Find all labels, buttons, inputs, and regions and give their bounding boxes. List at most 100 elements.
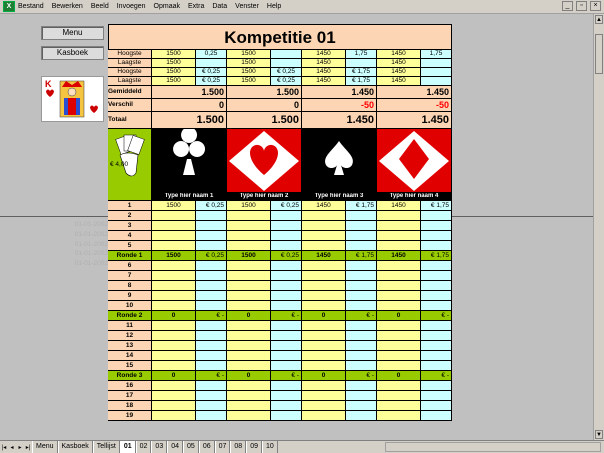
score-cell[interactable]: 1500 (152, 251, 196, 261)
score-cell[interactable] (152, 321, 196, 331)
score-cell[interactable] (377, 351, 421, 361)
menu-beeld[interactable]: Beeld (91, 3, 109, 10)
score-cell[interactable] (227, 231, 271, 241)
score-cell[interactable]: 1450 (302, 201, 346, 211)
score-cell[interactable] (377, 321, 421, 331)
euro-cell[interactable] (346, 281, 377, 291)
score-cell[interactable] (302, 291, 346, 301)
euro-cell[interactable] (196, 271, 227, 281)
euro-cell[interactable]: € 1,75 (421, 251, 452, 261)
euro-cell[interactable]: € - (271, 311, 302, 321)
euro-cell[interactable] (196, 301, 227, 311)
next-sheet-icon[interactable]: ▸ (16, 444, 24, 451)
euro-cell[interactable]: € - (196, 371, 227, 381)
euro-cell[interactable]: € - (196, 311, 227, 321)
score-cell[interactable] (377, 411, 421, 421)
menu-invoegen[interactable]: Invoegen (117, 3, 146, 10)
euro-cell[interactable] (421, 381, 452, 391)
score-cell[interactable] (302, 411, 346, 421)
euro-cell[interactable] (271, 241, 302, 251)
euro-cell[interactable] (421, 411, 452, 421)
euro-cell[interactable]: € 1,75 (346, 251, 377, 261)
score-cell[interactable] (152, 401, 196, 411)
score-cell[interactable]: 0 (227, 311, 271, 321)
score-cell[interactable] (152, 331, 196, 341)
euro-cell[interactable] (196, 341, 227, 351)
euro-cell[interactable] (421, 341, 452, 351)
score-cell[interactable] (377, 241, 421, 251)
euro-cell[interactable] (421, 401, 452, 411)
euro-cell[interactable] (346, 391, 377, 401)
score-cell[interactable] (302, 241, 346, 251)
score-cell[interactable] (377, 221, 421, 231)
score-cell[interactable] (152, 361, 196, 371)
euro-cell[interactable] (346, 301, 377, 311)
excel-icon[interactable]: X (3, 1, 15, 12)
score-cell[interactable] (227, 321, 271, 331)
score-cell[interactable] (152, 351, 196, 361)
score-cell[interactable] (227, 331, 271, 341)
score-cell[interactable]: 0 (152, 311, 196, 321)
euro-cell[interactable] (346, 411, 377, 421)
score-cell[interactable] (227, 241, 271, 251)
header-euro-cell[interactable]: € 1,75 (346, 77, 377, 86)
score-cell[interactable] (227, 211, 271, 221)
score-cell[interactable]: 1500 (227, 201, 271, 211)
header-score-cell[interactable]: 1500 (227, 59, 271, 68)
euro-cell[interactable]: € - (421, 371, 452, 381)
score-cell[interactable] (377, 381, 421, 391)
header-euro-cell[interactable]: € 1,75 (346, 68, 377, 77)
sheet-tab-05[interactable]: 05 (183, 441, 199, 453)
score-cell[interactable] (227, 281, 271, 291)
euro-cell[interactable] (271, 261, 302, 271)
euro-cell[interactable] (196, 381, 227, 391)
header-score-cell[interactable]: 1500 (227, 77, 271, 86)
euro-cell[interactable] (196, 361, 227, 371)
euro-cell[interactable] (346, 381, 377, 391)
euro-cell[interactable]: € 0,25 (196, 201, 227, 211)
score-cell[interactable] (227, 301, 271, 311)
euro-cell[interactable] (421, 271, 452, 281)
menu-opmaak[interactable]: Opmaak (154, 3, 180, 10)
score-cell[interactable] (227, 221, 271, 231)
score-cell[interactable] (227, 411, 271, 421)
euro-cell[interactable] (346, 271, 377, 281)
header-score-cell[interactable]: 1500 (152, 59, 196, 68)
euro-cell[interactable] (196, 291, 227, 301)
score-cell[interactable]: 0 (302, 371, 346, 381)
score-cell[interactable] (227, 361, 271, 371)
euro-cell[interactable] (271, 281, 302, 291)
last-sheet-icon[interactable]: ▸| (24, 444, 32, 451)
score-cell[interactable] (377, 291, 421, 301)
score-cell[interactable] (302, 391, 346, 401)
euro-cell[interactable] (271, 321, 302, 331)
header-score-cell[interactable]: 1500 (152, 68, 196, 77)
score-cell[interactable]: 0 (302, 311, 346, 321)
euro-cell[interactable] (421, 301, 452, 311)
score-cell[interactable] (302, 361, 346, 371)
header-euro-cell[interactable]: € 0,25 (196, 77, 227, 86)
euro-cell[interactable] (196, 331, 227, 341)
euro-cell[interactable] (421, 391, 452, 401)
score-cell[interactable]: 1500 (152, 201, 196, 211)
sheet-tab-06[interactable]: 06 (198, 441, 215, 453)
euro-cell[interactable] (421, 211, 452, 221)
euro-cell[interactable] (196, 261, 227, 271)
score-cell[interactable]: 0 (152, 371, 196, 381)
score-cell[interactable] (377, 281, 421, 291)
euro-cell[interactable] (271, 351, 302, 361)
score-cell[interactable] (152, 261, 196, 271)
score-cell[interactable] (302, 401, 346, 411)
header-score-cell[interactable]: 1450 (377, 50, 421, 59)
header-euro-cell[interactable]: 1,75 (421, 50, 452, 59)
horizontal-scrollbar[interactable] (385, 442, 601, 452)
score-cell[interactable] (377, 231, 421, 241)
worksheet[interactable]: Menu Kasboek K 01-01-2002 01-01-2002 01-… (0, 14, 593, 440)
euro-cell[interactable] (196, 241, 227, 251)
euro-cell[interactable] (271, 391, 302, 401)
euro-cell[interactable] (271, 331, 302, 341)
euro-cell[interactable]: € 0,25 (271, 251, 302, 261)
euro-cell[interactable] (271, 211, 302, 221)
score-cell[interactable] (302, 221, 346, 231)
euro-cell[interactable] (346, 321, 377, 331)
